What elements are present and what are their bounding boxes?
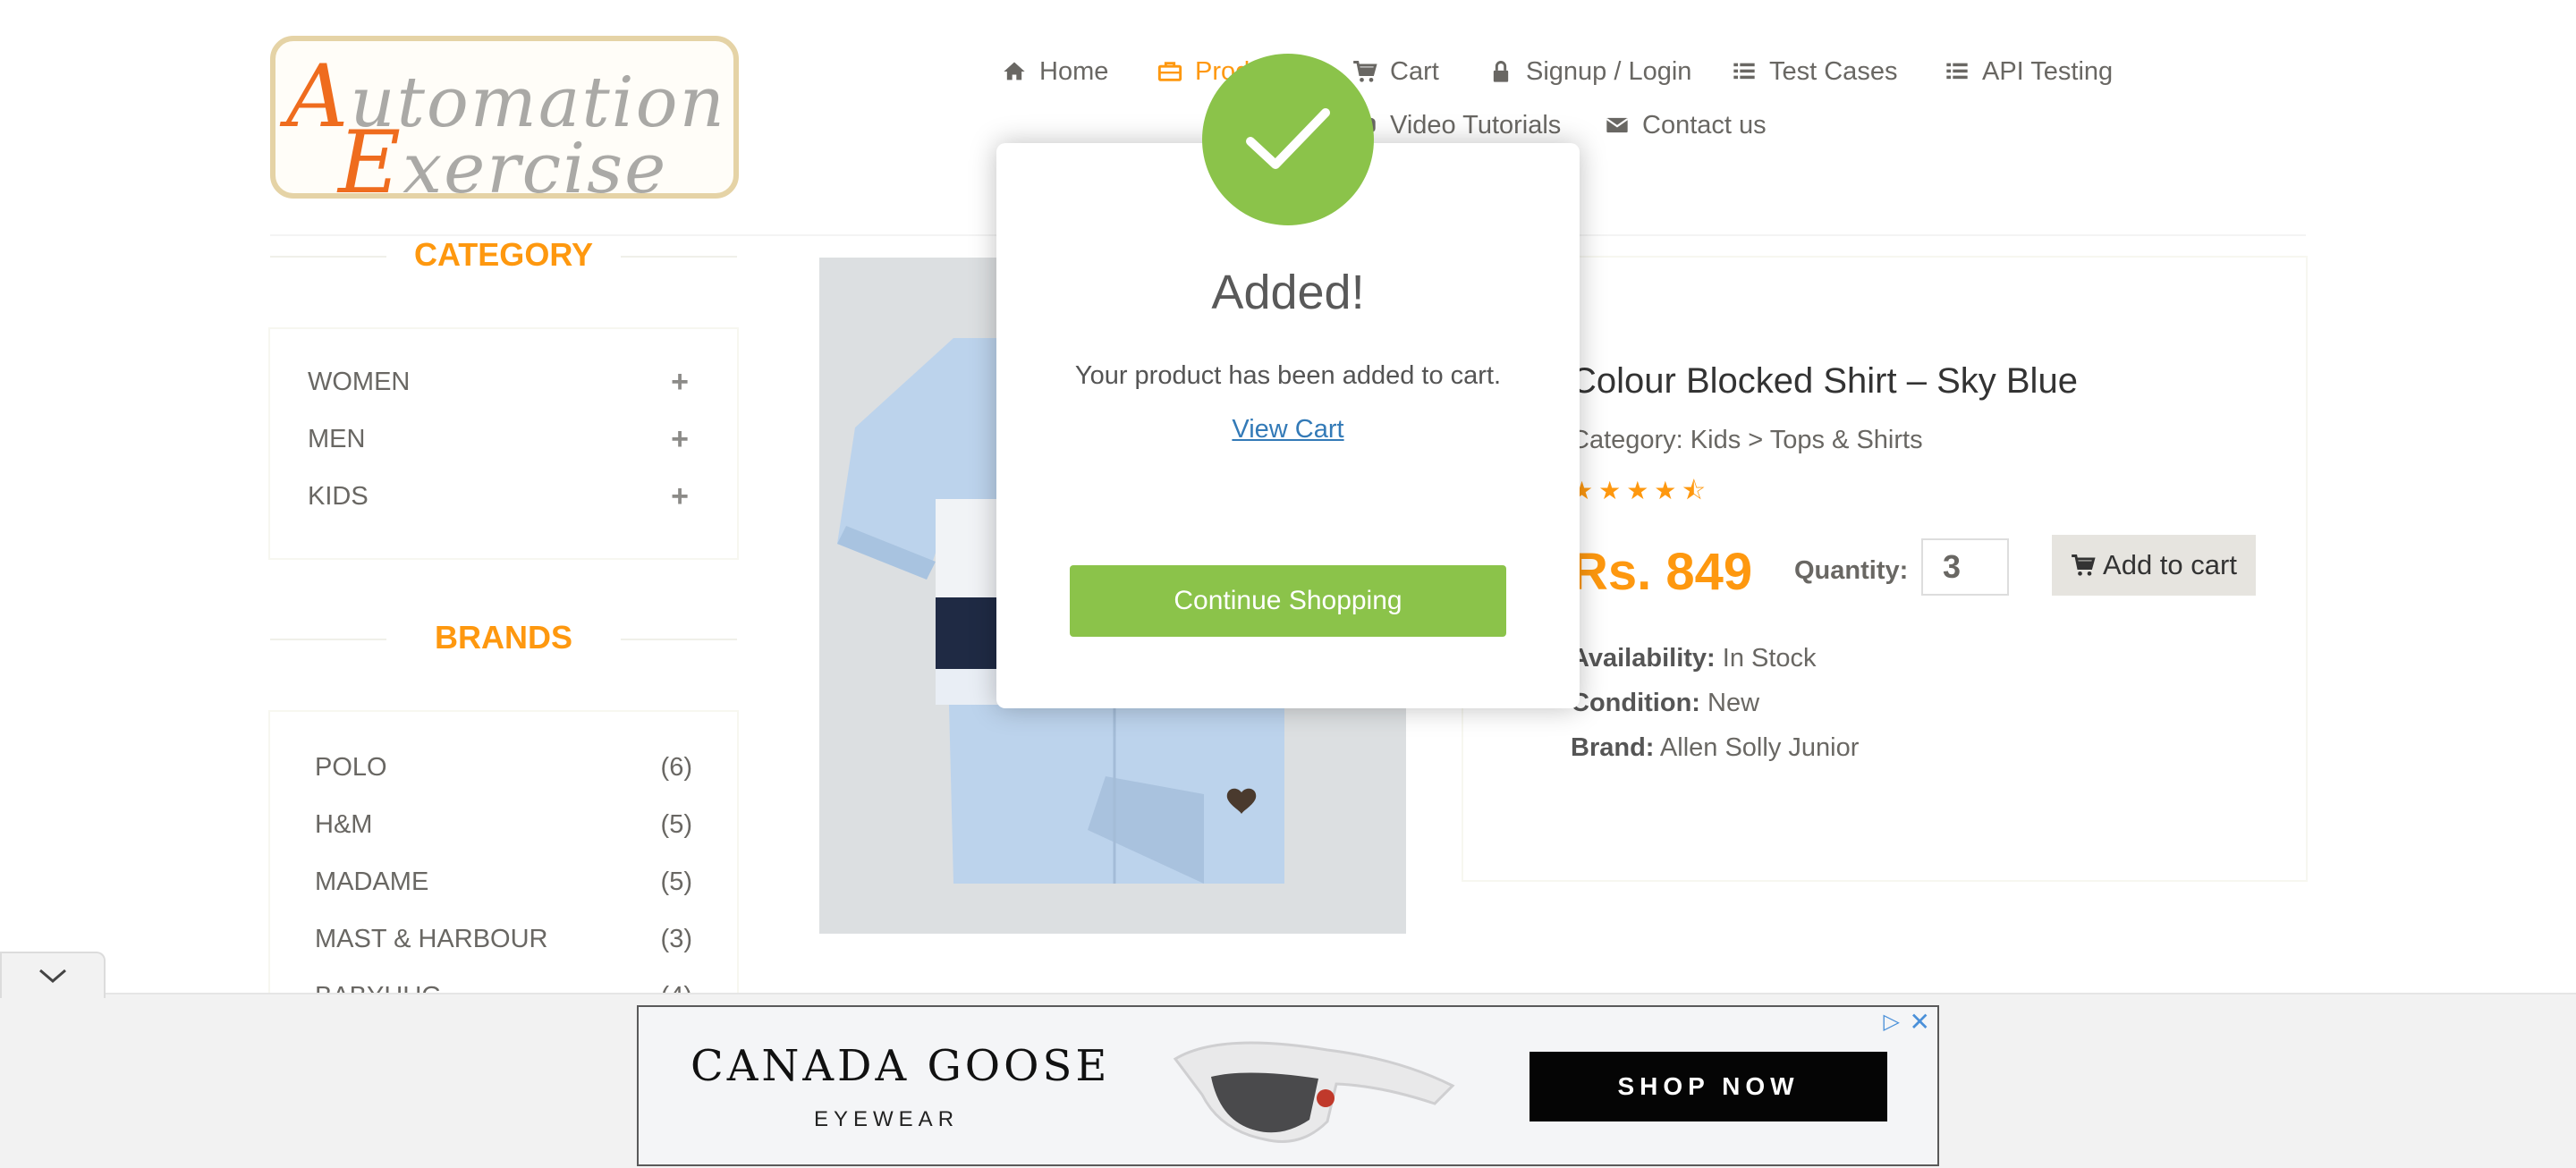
brands-panel: POLO (6) H&M (5) MADAME (5) MAST & HARBO… bbox=[268, 710, 739, 1005]
brand-label: Brand: bbox=[1571, 733, 1655, 762]
plus-icon: + bbox=[671, 422, 689, 456]
ad-sub-text: EYEWEAR bbox=[814, 1107, 960, 1131]
logo-letter-e: E bbox=[338, 113, 403, 213]
category-title: CATEGORY bbox=[413, 236, 593, 273]
brand-item-mast-harbour[interactable]: MAST & HARBOUR (3) bbox=[315, 925, 692, 954]
chevron-down-icon bbox=[39, 969, 66, 983]
ad-choices-icon[interactable]: ▷ bbox=[1884, 1009, 1900, 1035]
category-title-rule-right bbox=[621, 256, 737, 258]
ad-close-icon[interactable]: ✕ bbox=[1910, 1007, 1930, 1037]
plus-icon: + bbox=[671, 365, 689, 399]
lock-icon bbox=[1493, 61, 1509, 82]
brand-count: (6) bbox=[660, 753, 692, 782]
briefcase-icon bbox=[1157, 62, 1182, 81]
brand-count: (3) bbox=[660, 925, 692, 953]
product-price: Rs. 849 bbox=[1571, 543, 1753, 601]
brand-item-polo[interactable]: POLO (6) bbox=[315, 753, 692, 783]
list-icon bbox=[1733, 63, 1755, 80]
rating-stars: ★★★★⯪ bbox=[1571, 477, 1711, 504]
nav-cart[interactable]: Cart bbox=[1352, 54, 1439, 89]
nav-api-testing[interactable]: API Testing bbox=[1945, 54, 2113, 89]
nav-contact-label: Contact us bbox=[1642, 110, 1767, 140]
logo-text-2: xercise bbox=[402, 129, 668, 209]
condition-row: Condition: New bbox=[1571, 689, 1759, 718]
brand-count: (5) bbox=[660, 810, 692, 839]
nav-contact-us[interactable]: Contact us bbox=[1605, 107, 1767, 143]
category-label: KIDS bbox=[308, 482, 369, 511]
ad-banner[interactable]: CANADA GOOSE EYEWEAR SHOP NOW ▷ ✕ bbox=[637, 1005, 1939, 1166]
category-item-women[interactable]: WOMEN + bbox=[308, 365, 689, 400]
ad-brand-text: CANADA GOOSE bbox=[691, 1041, 1111, 1091]
brand-count: (5) bbox=[660, 868, 692, 896]
product-name: Colour Blocked Shirt – Sky Blue bbox=[1571, 361, 2078, 401]
nav-api-testing-label: API Testing bbox=[1982, 56, 2114, 86]
add-to-cart-button[interactable]: Add to cart bbox=[2052, 535, 2256, 596]
product-category: Category: Kids > Tops & Shirts bbox=[1571, 426, 1923, 454]
modal-message: Your product has been added to cart. bbox=[1074, 361, 1502, 390]
ad-collapse-toggle[interactable] bbox=[0, 952, 106, 998]
success-check-icon bbox=[1202, 54, 1374, 225]
condition-value: New bbox=[1707, 689, 1760, 717]
brand-label: POLO bbox=[315, 753, 387, 782]
view-cart-link[interactable]: View Cart bbox=[996, 415, 1580, 444]
brand-label: MADAME bbox=[315, 868, 429, 896]
nav-signup-login[interactable]: Signup / Login bbox=[1488, 54, 1691, 89]
category-label: WOMEN bbox=[308, 368, 411, 396]
plus-icon: + bbox=[671, 479, 689, 513]
ad-shop-now-button[interactable]: SHOP NOW bbox=[1530, 1052, 1887, 1121]
brand-item-hm[interactable]: H&M (5) bbox=[315, 810, 692, 840]
nav-test-cases[interactable]: Test Cases bbox=[1732, 54, 1897, 89]
condition-label: Condition: bbox=[1571, 689, 1700, 717]
cart-icon bbox=[2072, 554, 2096, 576]
category-label: MEN bbox=[308, 425, 366, 453]
sunglasses-image bbox=[1173, 1041, 1455, 1143]
brand-item-madame[interactable]: MADAME (5) bbox=[315, 868, 692, 897]
nav-signup-label: Signup / Login bbox=[1526, 56, 1692, 86]
home-icon bbox=[1004, 62, 1025, 80]
brand-row: Brand: Allen Solly Junior bbox=[1571, 733, 1859, 763]
list-icon bbox=[1946, 63, 1968, 80]
brands-title-rule-left bbox=[270, 639, 386, 640]
nav-video-label: Video Tutorials bbox=[1390, 110, 1562, 140]
availability-value: In Stock bbox=[1722, 644, 1817, 673]
envelope-icon bbox=[1606, 117, 1629, 133]
nav-test-cases-label: Test Cases bbox=[1769, 56, 1898, 86]
category-panel: WOMEN + MEN + KIDS + bbox=[268, 327, 739, 560]
brand-value: Allen Solly Junior bbox=[1659, 733, 1860, 762]
brand-label: H&M bbox=[315, 810, 373, 839]
availability-label: Availability: bbox=[1571, 644, 1716, 673]
brands-title-rule-right bbox=[621, 639, 737, 640]
modal-title: Added! bbox=[1211, 266, 1365, 319]
category-item-kids[interactable]: KIDS + bbox=[308, 479, 689, 514]
category-title-rule-left bbox=[270, 256, 386, 258]
added-to-cart-modal: Added! Your product has been added to ca… bbox=[996, 143, 1580, 708]
nav-cart-label: Cart bbox=[1390, 56, 1439, 86]
cart-icon bbox=[1353, 61, 1377, 82]
brand-label: MAST & HARBOUR bbox=[315, 925, 548, 953]
checkmark-icon bbox=[1246, 108, 1330, 169]
nav-video-tutorials[interactable]: Video Tutorials bbox=[1352, 107, 1561, 143]
nav-home-label: Home bbox=[1039, 56, 1109, 86]
continue-shopping-button[interactable]: Continue Shopping bbox=[1070, 565, 1506, 637]
site-logo[interactable]: Automation Exercise bbox=[270, 36, 739, 213]
quantity-input[interactable]: 3 bbox=[1921, 538, 2009, 596]
category-item-men[interactable]: MEN + bbox=[308, 422, 689, 457]
availability-row: Availability: In Stock bbox=[1571, 644, 1817, 673]
brands-title: BRANDS bbox=[434, 619, 572, 656]
nav-home[interactable]: Home bbox=[1002, 54, 1108, 89]
quantity-label: Quantity: bbox=[1794, 556, 1909, 585]
add-to-cart-label: Add to cart bbox=[2103, 549, 2237, 580]
